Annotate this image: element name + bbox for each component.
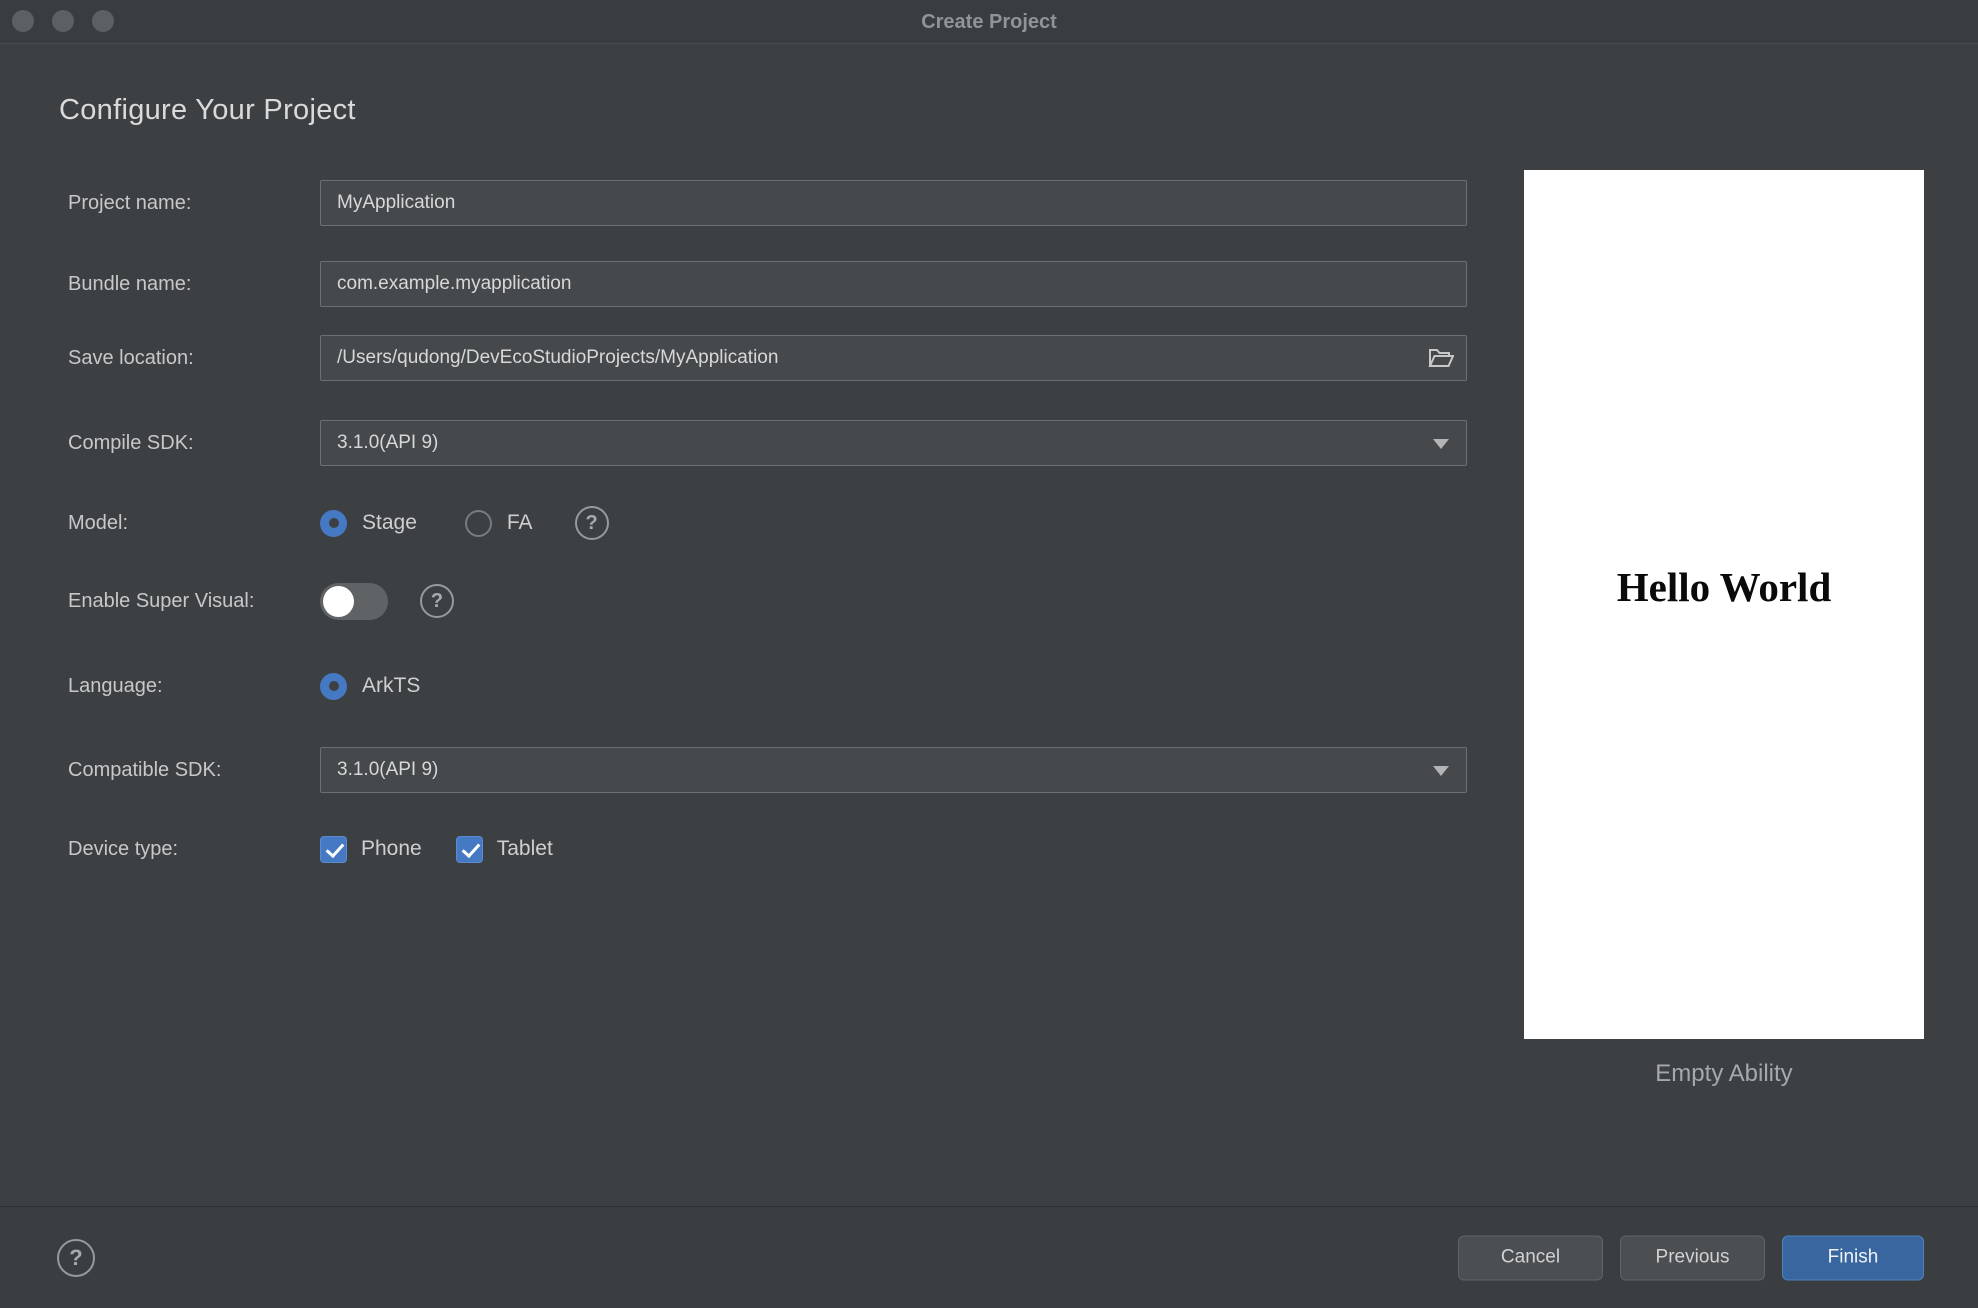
compatible-sdk-label: Compatible SDK: (68, 758, 222, 781)
question-icon: ? (585, 511, 598, 534)
question-icon: ? (430, 589, 444, 612)
page-title: Configure Your Project (59, 94, 356, 126)
compatible-sdk-select[interactable]: 3.1.0(API 9) (320, 747, 1467, 793)
compile-sdk-row: Compile SDK: 3.1.0(API 9) (68, 420, 1468, 466)
checkbox-checked-icon (455, 835, 483, 863)
model-help-button[interactable]: ? (574, 506, 609, 540)
question-icon: ? (69, 1244, 83, 1270)
radio-selected-icon (320, 672, 347, 700)
project-name-input[interactable]: MyApplication (320, 180, 1467, 226)
window-title: Create Project (921, 10, 1057, 33)
device-type-tablet-label: Tablet (496, 837, 553, 860)
ability-preview-screen: Hello World (1524, 170, 1924, 1039)
device-type-phone-checkbox[interactable]: Phone (320, 835, 422, 863)
language-label: Language: (68, 674, 163, 697)
chevron-down-icon (1433, 439, 1449, 449)
finish-button[interactable]: Finish (1782, 1235, 1924, 1280)
folder-icon (1428, 349, 1454, 367)
preview-hello-world-text: Hello World (1616, 564, 1832, 611)
create-project-dialog: Create Project Configure Your Project Pr… (0, 0, 1978, 1308)
model-option-stage[interactable]: Stage (320, 509, 417, 537)
model-option-stage-label: Stage (362, 511, 417, 534)
titlebar: Create Project (0, 0, 1978, 44)
chevron-down-icon (1433, 766, 1449, 776)
super-visual-help-button[interactable]: ? (420, 584, 454, 618)
model-option-fa-label: FA (506, 511, 533, 534)
model-option-fa[interactable]: FA (464, 509, 533, 537)
model-row: Model: Stage FA ? (68, 500, 1468, 546)
checkbox-checked-icon (320, 835, 347, 863)
bundle-name-input[interactable]: com.example.myapplication (320, 261, 1467, 307)
browse-folder-button[interactable] (1425, 342, 1457, 374)
device-type-tablet-checkbox[interactable]: Tablet (455, 835, 553, 863)
cancel-button[interactable]: Cancel (1458, 1235, 1603, 1280)
save-location-label: Save location: (68, 346, 194, 369)
compatible-sdk-row: Compatible SDK: 3.1.0(API 9) (68, 747, 1468, 793)
enable-super-visual-label: Enable Super Visual: (68, 589, 255, 612)
language-option-arkts[interactable]: ArkTS (320, 672, 421, 700)
compile-sdk-label: Compile SDK: (68, 431, 194, 454)
previous-button[interactable]: Previous (1620, 1235, 1765, 1280)
enable-super-visual-row: Enable Super Visual: ? (68, 578, 1468, 624)
save-location-input[interactable]: /Users/qudong/DevEcoStudioProjects/MyApp… (320, 335, 1467, 381)
dialog-help-button[interactable]: ? (57, 1238, 95, 1277)
language-row: Language: ArkTS (68, 663, 1468, 709)
bundle-name-label: Bundle name: (68, 272, 192, 295)
device-type-label: Device type: (68, 837, 179, 860)
compile-sdk-select[interactable]: 3.1.0(API 9) (320, 420, 1467, 466)
radio-selected-icon (320, 509, 347, 537)
radio-unselected-icon (464, 509, 492, 537)
project-name-row: Project name: MyApplication (68, 180, 1468, 226)
bundle-name-row: Bundle name: com.example.myapplication (68, 261, 1468, 307)
preview-caption: Empty Ability (1655, 1060, 1793, 1087)
super-visual-toggle[interactable] (320, 582, 388, 620)
model-label: Model: (68, 511, 129, 534)
project-name-label: Project name: (68, 191, 192, 214)
save-location-row: Save location: /Users/qudong/DevEcoStudi… (68, 335, 1468, 381)
language-option-arkts-label: ArkTS (362, 674, 421, 697)
footer-bar: ? Cancel Previous Finish (0, 1206, 1978, 1308)
toggle-knob (323, 585, 354, 617)
device-type-row: Device type: Phone Tablet (68, 826, 1468, 872)
device-type-phone-label: Phone (361, 837, 422, 860)
